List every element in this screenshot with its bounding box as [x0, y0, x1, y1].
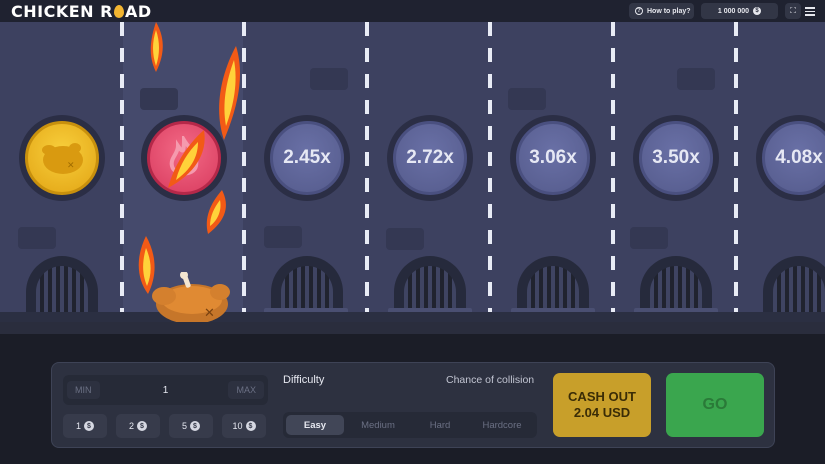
fullscreen-button[interactable]: ⛶ [785, 3, 801, 19]
lane-multiplier-coin[interactable]: 2.72x [387, 115, 473, 201]
road-brick [508, 88, 546, 110]
lane-divider [365, 22, 369, 322]
dollar-coin-icon: $ [137, 421, 147, 431]
menu-button[interactable] [805, 5, 815, 17]
dollar-coin-icon: $ [753, 7, 762, 15]
lane-divider [488, 22, 492, 322]
flame-icon [168, 130, 205, 188]
cash-out-amount: 2.04 USD [573, 405, 631, 420]
game-logo: CHICKEN R AD [11, 2, 152, 21]
quick-bet-button[interactable]: 10 $ [222, 414, 266, 438]
road-curb [0, 312, 825, 322]
cash-out-button[interactable]: CASH OUT 2.04 USD [553, 373, 651, 437]
lane-coin-passed: ✕ [19, 115, 105, 201]
cash-out-label: CASH OUT [568, 389, 636, 404]
lane-multiplier-coin[interactable]: 3.06x [510, 115, 596, 201]
roast-chicken-icon: ✕ [152, 272, 230, 322]
sewer-grate [271, 256, 343, 314]
max-bet-button[interactable]: MAX [228, 381, 264, 399]
quick-bet-button[interactable]: 5 $ [169, 414, 213, 438]
multiplier-label: 2.45x [270, 121, 344, 195]
sewer-grate [763, 256, 825, 314]
lane-divider [734, 22, 738, 322]
multiplier-label: 2.72x [393, 121, 467, 195]
sewer-grate [26, 256, 98, 314]
balance-display: 1 000 000 $ [701, 3, 778, 19]
control-area: 1 MIN MAX 1 $ 2 $ 5 $ 10 $ Difficulty Chance… [0, 322, 825, 464]
min-bet-button[interactable]: MIN [67, 381, 100, 399]
multiplier-label: 3.06x [516, 121, 590, 195]
road-brick [677, 68, 715, 90]
lane-divider [611, 22, 615, 322]
bet-amount-field[interactable]: 1 MIN MAX [63, 375, 268, 405]
road-brick [310, 68, 348, 90]
flame-icon [150, 22, 163, 72]
svg-text:✕: ✕ [67, 161, 75, 171]
go-button[interactable]: GO [666, 373, 764, 437]
difficulty-hard[interactable]: Hard [412, 415, 468, 435]
how-to-play-button[interactable]: ? How to play? [629, 3, 694, 19]
difficulty-label: Difficulty [283, 374, 325, 386]
difficulty-medium[interactable]: Medium [347, 415, 409, 435]
bet-panel: 1 MIN MAX 1 $ 2 $ 5 $ 10 $ Difficulty Chance… [51, 362, 775, 448]
lane-divider [120, 22, 124, 322]
sidewalk-strip [0, 322, 825, 334]
balance-value: 1 000 000 [717, 7, 750, 15]
road-brick [18, 227, 56, 249]
dollar-coin-icon: $ [84, 421, 94, 431]
sewer-grate [517, 256, 589, 314]
multiplier-label: 3.50x [639, 121, 713, 195]
road-brick [140, 88, 178, 110]
question-icon: ? [635, 7, 643, 15]
road-brick [386, 228, 424, 250]
flame-icon [219, 46, 240, 140]
sewer-grate [640, 256, 712, 314]
road-brick [264, 226, 302, 248]
multiplier-label: 4.08x [762, 121, 825, 195]
road-area: ✕ 2.45x 2.72x 3.06x 3.50x 4.08x ✕ [0, 22, 825, 322]
difficulty-easy[interactable]: Easy [286, 415, 344, 435]
top-bar: CHICKEN R AD ? How to play? 1 000 000 $ ⛶ [0, 0, 825, 22]
dollar-coin-icon: $ [245, 421, 256, 431]
egg-icon [113, 5, 124, 18]
sewer-grate [394, 256, 466, 314]
flame-icon [206, 190, 226, 234]
svg-text:✕: ✕ [204, 306, 215, 321]
quick-bet-button[interactable]: 2 $ [116, 414, 160, 438]
road-brick [630, 227, 668, 249]
fullscreen-icon: ⛶ [790, 6, 796, 15]
lane-multiplier-coin[interactable]: 3.50x [633, 115, 719, 201]
difficulty-selector: Easy Medium Hard Hardcore [283, 412, 537, 438]
lane-multiplier-coin[interactable]: 4.08x [756, 115, 825, 201]
menu-icon [805, 7, 815, 9]
quick-bet-button[interactable]: 1 $ [63, 414, 107, 438]
lane-multiplier-coin[interactable]: 2.45x [264, 115, 350, 201]
difficulty-hardcore[interactable]: Hardcore [471, 415, 533, 435]
game-screen: CHICKEN R AD ? How to play? 1 000 000 $ ⛶ [0, 0, 825, 464]
cooked-chicken-icon: ✕ [42, 143, 83, 174]
how-to-play-label: How to play? [647, 7, 691, 15]
chance-of-collision-label: Chance of collision [446, 374, 535, 386]
dollar-coin-icon: $ [190, 421, 200, 431]
